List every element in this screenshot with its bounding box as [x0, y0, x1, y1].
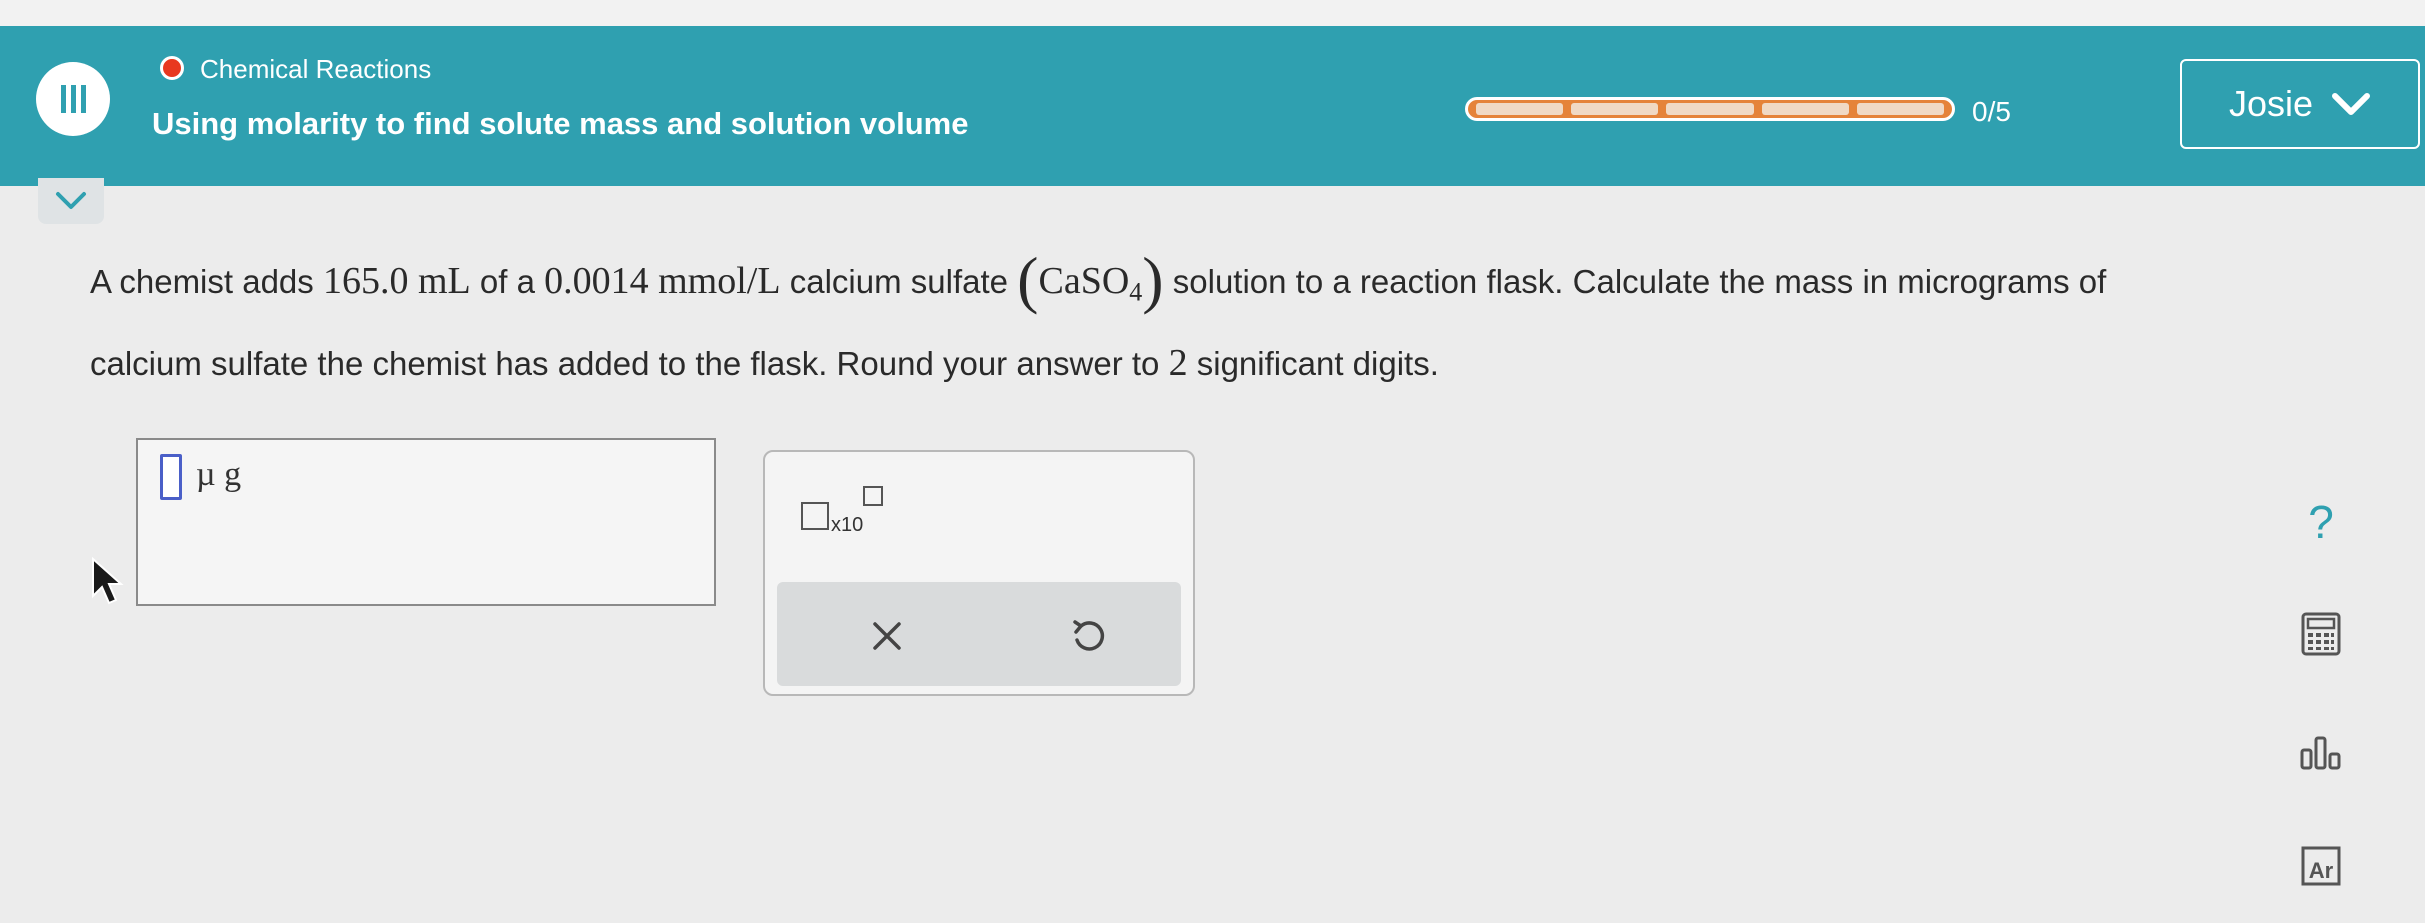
undo-button[interactable] — [1059, 608, 1115, 664]
molarity-value: 0.0014 mmol/L — [544, 260, 781, 302]
menu-button[interactable] — [36, 62, 110, 136]
mouse-pointer-icon — [92, 556, 124, 605]
question-text-part: of a — [470, 263, 545, 300]
answer-unit: µ g — [196, 456, 242, 493]
calculator-button[interactable] — [2285, 598, 2357, 670]
help-button[interactable]: ? — [2285, 486, 2357, 558]
question-text-part: calcium sulfate — [780, 263, 1018, 300]
progress-segment — [1476, 103, 1564, 115]
progress-segment — [1761, 103, 1849, 115]
hamburger-icon — [61, 85, 86, 113]
progress-segment — [1666, 103, 1754, 115]
progress-segment — [1856, 103, 1945, 115]
answer-input-box[interactable]: µ g — [136, 438, 716, 606]
user-name: Josie — [2228, 83, 2314, 124]
calculator-icon — [2301, 612, 2341, 656]
user-menu-button[interactable]: Josie — [2180, 59, 2420, 149]
chemical-formula: CaSO — [1038, 260, 1130, 302]
exponent-box-icon — [863, 486, 883, 506]
help-icon: ? — [2308, 496, 2334, 548]
clear-button[interactable] — [859, 608, 915, 664]
topic-status-dot — [160, 56, 184, 80]
lesson-subtitle: Using molarity to find solute mass and s… — [152, 106, 969, 141]
progress-segment — [1571, 103, 1659, 115]
formula-subscript: 4 — [1129, 277, 1143, 307]
topic-title: Chemical Reactions — [200, 54, 432, 84]
progress-bar — [1465, 97, 1955, 121]
periodic-table-button[interactable]: Ar — [2285, 830, 2357, 902]
formula-paren: ) — [1142, 244, 1164, 315]
question-text-part: significant digits. — [1187, 344, 1439, 382]
close-icon — [873, 622, 901, 650]
header-bar: Chemical Reactions Using molarity to fin… — [0, 26, 2425, 186]
data-chart-button[interactable] — [2285, 718, 2357, 790]
chevron-down-icon — [2332, 93, 2371, 115]
math-tools-panel: x10 — [763, 450, 1195, 696]
progress-score: 0/5 — [1972, 96, 2011, 127]
sig-digits-value: 2 — [1168, 341, 1188, 384]
scientific-notation-button[interactable]: x10 — [801, 486, 901, 536]
browser-top-strip — [0, 0, 2425, 26]
action-bar — [777, 582, 1181, 686]
formula-paren: ( — [1017, 244, 1039, 315]
periodic-table-icon: Ar — [2301, 846, 2341, 886]
collapse-toggle[interactable] — [38, 178, 104, 224]
mantissa-box-icon — [801, 502, 829, 530]
undo-icon — [1073, 620, 1105, 651]
question-text: A chemist adds 165.0 mL of a 0.0014 mmol… — [90, 245, 2190, 399]
question-text-part: A chemist adds — [90, 263, 323, 300]
answer-input-field[interactable] — [160, 454, 182, 500]
chart-icon — [2300, 736, 2341, 770]
volume-value: 165.0 mL — [322, 260, 471, 302]
chevron-down-icon — [56, 192, 86, 209]
periodic-label: Ar — [2309, 858, 2334, 883]
times-ten-label: x10 — [831, 514, 864, 536]
